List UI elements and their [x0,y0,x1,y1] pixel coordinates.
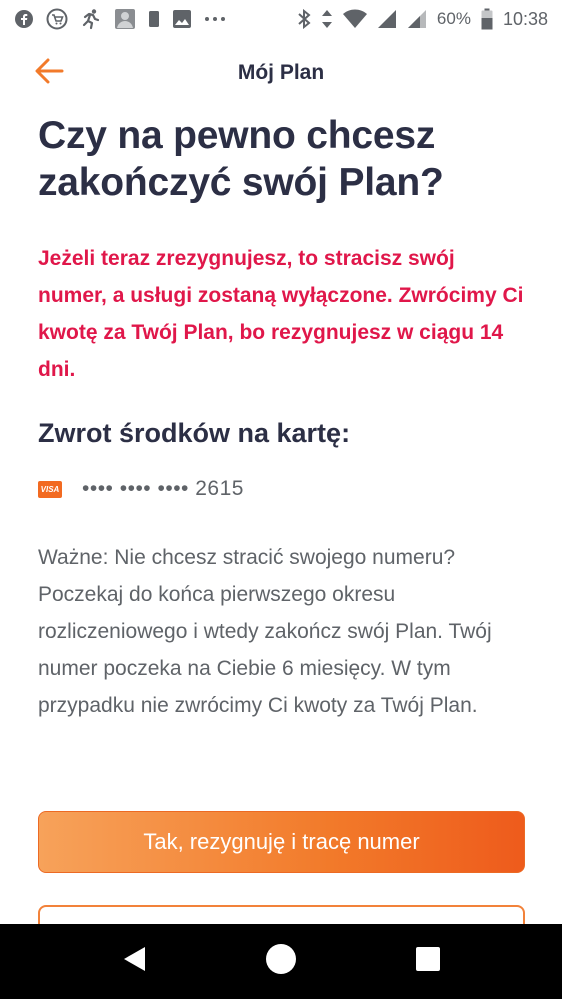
nav-home-button[interactable] [251,932,311,992]
shopping-cart-icon [46,8,68,30]
back-button[interactable] [34,58,68,88]
more-icon [204,16,226,22]
battery-percentage: 60% [436,9,471,28]
nav-back-button[interactable] [104,932,164,992]
card-row: VISA •••• •••• •••• 2615 [38,477,524,501]
home-circle-icon [265,943,297,980]
refund-heading: Zwrot środków na kartę: [38,418,351,448]
main-content: Czy na pewno chcesz zakończyć swój Plan?… [38,112,524,724]
card-number: •••• •••• •••• 2615 [82,477,244,500]
warning-message: Jeżeli teraz zrezygnujesz, to stracisz s… [38,247,524,381]
status-right-icons: 60% 10:38 [297,8,548,30]
status-bar: 60% 10:38 [0,0,562,38]
confirmation-heading: Czy na pewno chcesz zakończyć swój Plan? [38,114,444,204]
photo-avatar-icon [114,8,136,30]
info-text: Ważne: Nie chcesz stracić swojego numeru… [38,546,492,717]
sim-icon [148,10,160,28]
system-nav-bar [0,924,562,999]
status-left-icons [14,8,226,30]
back-triangle-icon [121,945,147,978]
wifi-icon [342,9,367,29]
arrow-left-icon [34,58,64,89]
facebook-icon [14,9,34,29]
signal-icon-2 [407,9,427,29]
nav-recents-button[interactable] [398,932,458,992]
visa-card-icon: VISA [38,480,62,498]
recents-square-icon [415,946,441,977]
data-arrows-icon [321,9,333,29]
running-icon [80,8,102,30]
page-title: Mój Plan [237,61,325,84]
bluetooth-icon [297,9,311,29]
gallery-icon [172,9,192,29]
signal-icon [377,9,397,29]
battery-icon [481,8,493,30]
confirm-cancel-button[interactable]: Tak, rezygnuję i tracę numer [38,811,525,873]
app-header: Mój Plan [0,38,562,108]
clock: 10:38 [502,8,548,29]
